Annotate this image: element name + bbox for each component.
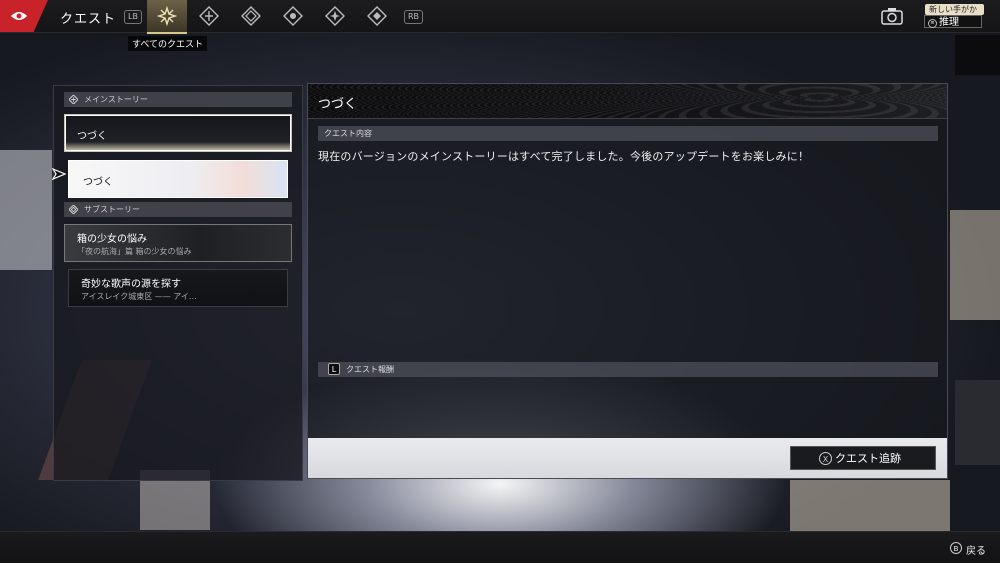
side-story-icon: [69, 205, 78, 214]
detail-header: つづく: [308, 84, 947, 119]
quest-reward-header: L クエスト報酬: [318, 362, 938, 377]
main-story-icon: [69, 95, 78, 104]
reward-label: クエスト報酬: [346, 365, 394, 374]
quest-item[interactable]: 箱の少女の悩み 「夜の航海」篇 箱の少女の悩み: [64, 224, 292, 262]
tab-side-story[interactable]: [231, 0, 271, 32]
quest-detail-panel: つづく クエスト内容 現在のバージョンのメインストーリーはすべて完了しました。今…: [307, 83, 948, 479]
side-story-icon: [241, 6, 261, 26]
quest-list-panel: メインストーリー つづく つづく サブストーリー 箱の少女の悩み 「夜の航海」篇…: [53, 85, 303, 481]
quest-title: つづく: [83, 177, 113, 188]
background-debris: [955, 380, 1000, 465]
menu-icon: ≡: [928, 19, 937, 28]
x-button-icon: X: [819, 452, 832, 465]
new-clue-badge: 新しい手がかり: [925, 4, 984, 25]
background-debris: [955, 35, 1000, 75]
quest-item[interactable]: つづく: [64, 114, 292, 152]
section-title: クエスト: [60, 12, 117, 27]
back-button[interactable]: B 戻る: [950, 542, 986, 557]
cursor-arrow-icon: [52, 167, 66, 181]
b-button-icon: B: [950, 542, 962, 554]
quest-content-header: クエスト内容: [318, 126, 938, 141]
quest-description: 現在のバージョンのメインストーリーはすべて完了しました。今後のアップデートをお楽…: [318, 150, 810, 163]
deduction-label: ≡ 推理: [924, 15, 982, 28]
tab-all-quests[interactable]: [147, 0, 187, 34]
lb-button-hint[interactable]: LB: [124, 10, 142, 24]
quest-subtitle: 「夜の航海」篇 箱の少女の悩み: [77, 247, 192, 256]
tab-daily[interactable]: [357, 0, 397, 32]
tab-commission[interactable]: [273, 0, 313, 32]
eye-logo-icon: [11, 12, 27, 20]
commission-icon: [283, 6, 303, 26]
tab-tooltip: すべてのクエスト: [128, 36, 208, 51]
tab-event[interactable]: [315, 0, 355, 32]
main-story-icon: [199, 6, 219, 26]
quest-item[interactable]: 奇妙な歌声の源を探す アイスレイク城東区 —— アイ…: [68, 269, 288, 307]
track-quest-button[interactable]: X クエスト追跡: [790, 446, 936, 470]
quest-detail-title: つづく: [318, 97, 358, 112]
game-logo: [0, 0, 48, 32]
top-bar: クエスト LB RB 新しい手がか ≡ 推理: [0, 0, 1000, 34]
quest-item-selected[interactable]: つづく: [68, 160, 288, 198]
background-debris: [0, 150, 52, 270]
category-header-side-story: サブストーリー: [64, 202, 292, 217]
deduction-button[interactable]: 新しい手がかり ≡ 推理: [878, 4, 984, 28]
all-quests-icon: [157, 6, 177, 26]
l-button-icon: L: [328, 363, 340, 375]
background-debris: [790, 480, 950, 535]
bottom-bar: B 戻る: [0, 531, 1000, 563]
category-header-main-story: メインストーリー: [64, 92, 292, 107]
quest-subtitle: アイスレイク城東区 —— アイ…: [81, 292, 197, 301]
quest-title: 箱の少女の悩み: [77, 234, 147, 245]
category-label: サブストーリー: [84, 205, 140, 214]
track-quest-label: クエスト追跡: [835, 452, 901, 465]
rb-button-hint[interactable]: RB: [404, 10, 424, 24]
camera-icon: [881, 8, 903, 25]
daily-icon: [367, 6, 387, 26]
quest-title: 奇妙な歌声の源を探す: [81, 279, 181, 290]
event-icon: [325, 6, 345, 26]
quest-title: つづく: [77, 131, 107, 142]
category-label: メインストーリー: [84, 95, 148, 104]
background-debris: [950, 210, 1000, 320]
deduction-text: 推理: [939, 17, 959, 28]
detail-footer: X クエスト追跡: [308, 438, 947, 478]
tab-main-story[interactable]: [189, 0, 229, 32]
back-label: 戻る: [966, 546, 986, 557]
